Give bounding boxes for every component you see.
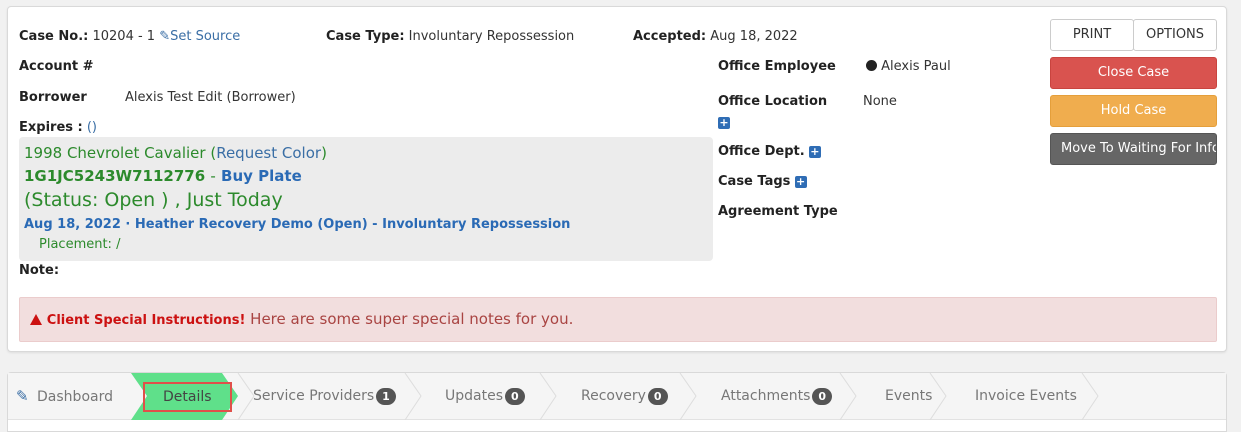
tab-service-providers[interactable]: Service Providers 1 [253, 373, 396, 420]
tab-invoice-events[interactable]: Invoice Events [975, 373, 1077, 420]
case-no-value: 10204 - 1 [92, 29, 156, 44]
office-employee-label: Office Employee [718, 59, 836, 74]
office-dept-label: Office Dept. [718, 144, 805, 159]
service-providers-count: 1 [376, 387, 396, 405]
placement: Placement: / [39, 237, 121, 252]
office-location-value: None [863, 94, 897, 109]
assignment-link[interactable]: Aug 18, 2022 · Heather Recovery Demo (Op… [24, 217, 570, 232]
borrower-value: Alexis Test Edit (Borrower) [125, 90, 296, 105]
case-no-label: Case No.: [19, 29, 89, 44]
account-label: Account # [19, 59, 94, 74]
case-summary-card: Case No.: 10204 - 1 ✎Set Source Case Typ… [7, 6, 1227, 352]
office-dept: Office Dept. + [718, 144, 821, 159]
case-tags: Case Tags + [718, 174, 807, 189]
accepted-label: Accepted: [633, 29, 707, 44]
updates-count: 0 [505, 387, 525, 405]
tab-details[interactable]: Details [143, 382, 232, 412]
tab-updates[interactable]: Updates 0 [445, 373, 525, 420]
borrower-label: Borrower [19, 90, 87, 105]
options-button[interactable]: OPTIONS [1133, 19, 1217, 51]
alert-message: Here are some super special notes for yo… [250, 310, 574, 328]
tab-recovery[interactable]: Recovery 0 [581, 373, 668, 420]
close-case-button[interactable]: Close Case [1050, 57, 1217, 89]
move-to-waiting-button[interactable]: Move To Waiting For Info [1050, 133, 1217, 165]
expires-value[interactable]: () [87, 120, 97, 135]
case-tags-add-icon[interactable]: + [794, 175, 807, 188]
vehicle-title: 1998 Chevrolet Cavalier (Request Color) [24, 144, 327, 162]
vehicle-name: 1998 Chevrolet Cavalier [24, 144, 206, 162]
case-type-label: Case Type: [326, 29, 405, 44]
case-tags-label: Case Tags [718, 174, 791, 189]
office-location-label: Office Location [718, 94, 828, 109]
office-dept-add-icon[interactable]: + [808, 145, 821, 158]
pencil-icon: ✎ [159, 29, 171, 44]
vehicle-status: (Status: Open ) , Just Today [24, 189, 283, 211]
warning-icon [30, 314, 42, 325]
accepted-value: Aug 18, 2022 [710, 29, 798, 44]
expires-label: Expires : [19, 120, 83, 135]
buy-plate-link[interactable]: Buy Plate [221, 167, 302, 185]
recovery-count: 0 [647, 387, 668, 405]
tab-events[interactable]: Events [885, 373, 932, 420]
case-tabs-panel: ✎ Dashboard Details Service Providers 1 U… [7, 372, 1227, 432]
special-instructions-alert: Client Special Instructions! Here are so… [19, 297, 1217, 342]
case-type: Case Type: Involuntary Repossession [326, 29, 574, 44]
request-color-link[interactable]: Request Color [216, 144, 321, 162]
pencil-icon: ✎ [16, 387, 29, 405]
hold-case-button[interactable]: Hold Case [1050, 95, 1217, 127]
vin: 1G1JC5243W7112776 [24, 167, 206, 185]
status-dot-icon [866, 60, 877, 71]
office-location-add-icon[interactable]: + [718, 115, 730, 130]
alert-title: Client Special Instructions! [46, 313, 246, 328]
tab-dashboard[interactable]: ✎ Dashboard [16, 373, 113, 420]
tab-strip: ✎ Dashboard Details Service Providers 1 U… [8, 373, 1226, 420]
case-number: Case No.: 10204 - 1 ✎Set Source [19, 29, 240, 44]
agreement-type-label: Agreement Type [718, 204, 838, 219]
print-button[interactable]: PRINT [1050, 19, 1134, 51]
vehicle-panel: 1998 Chevrolet Cavalier (Request Color) … [19, 137, 713, 261]
set-source-link[interactable]: ✎Set Source [159, 29, 240, 44]
attachments-count: 0 [812, 387, 833, 405]
tab-attachments[interactable]: Attachments 0 [721, 373, 833, 420]
vin-row: 1G1JC5243W7112776 - Buy Plate [24, 167, 302, 185]
case-type-value: Involuntary Repossession [408, 29, 575, 44]
note-label: Note: [19, 263, 60, 278]
office-employee-value: Alexis Paul [866, 59, 951, 74]
expires: Expires : () [19, 120, 97, 135]
accepted-date: Accepted: Aug 18, 2022 [633, 29, 798, 44]
